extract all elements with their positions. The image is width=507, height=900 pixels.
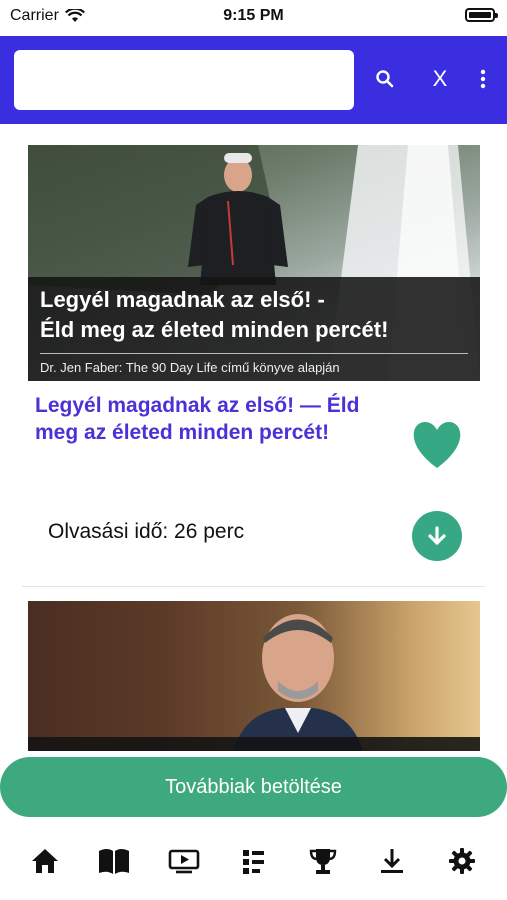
search-icon bbox=[376, 70, 394, 88]
app-header: X bbox=[0, 36, 507, 124]
reading-time: Olvasási idő: 26 perc bbox=[48, 520, 245, 543]
heart-icon bbox=[413, 422, 461, 468]
hero-title-line1: Legyél magadnak az első! - bbox=[40, 287, 325, 312]
load-more-button[interactable]: Továbbiak betöltése bbox=[0, 757, 507, 817]
download-article-button[interactable] bbox=[412, 511, 462, 561]
nav-settings[interactable] bbox=[445, 844, 479, 878]
article-title[interactable]: Legyél magadnak az első! — Éld meg az él… bbox=[35, 392, 395, 446]
battery-icon bbox=[465, 8, 498, 22]
nav-playlist[interactable] bbox=[237, 844, 271, 878]
arrow-down-icon bbox=[428, 526, 446, 545]
status-time: 9:15 PM bbox=[223, 7, 284, 24]
gear-icon bbox=[449, 848, 475, 874]
search-button[interactable] bbox=[370, 64, 400, 94]
video-icon bbox=[168, 849, 200, 874]
bottom-nav bbox=[0, 830, 507, 900]
nav-video[interactable] bbox=[167, 844, 201, 878]
search-input[interactable] bbox=[14, 50, 354, 110]
article-card[interactable]: Legyél magadnak az első! - Éld meg az él… bbox=[0, 124, 507, 587]
hero-subtitle: Dr. Jen Faber: The 90 Day Life című köny… bbox=[40, 353, 468, 375]
favorite-button[interactable] bbox=[410, 420, 464, 470]
status-bar: Carrier 9:15 PM bbox=[0, 0, 507, 34]
overflow-menu-button[interactable] bbox=[468, 64, 498, 94]
article-hero-image[interactable]: Legyél magadnak az első! - Éld meg az él… bbox=[28, 145, 480, 381]
hero-caption: Legyél magadnak az első! - Éld meg az él… bbox=[28, 277, 480, 381]
close-label: X bbox=[432, 66, 448, 91]
card-divider bbox=[22, 586, 485, 587]
download-icon bbox=[381, 849, 403, 873]
person-photo bbox=[233, 614, 363, 751]
clear-search-button[interactable]: X bbox=[425, 64, 455, 94]
nav-achievements[interactable] bbox=[306, 844, 340, 878]
article-card-2-image[interactable] bbox=[28, 601, 480, 751]
trophy-icon bbox=[309, 849, 337, 874]
book-icon bbox=[99, 849, 129, 874]
home-icon bbox=[32, 849, 58, 873]
hero-title-line2: Éld meg az életed minden percét! bbox=[40, 317, 389, 342]
nav-library[interactable] bbox=[97, 844, 131, 878]
playlist-icon bbox=[243, 850, 264, 874]
nav-downloads[interactable] bbox=[375, 844, 409, 878]
article-card-2-caption bbox=[28, 737, 480, 751]
nav-home[interactable] bbox=[28, 844, 62, 878]
hero-title: Legyél magadnak az első! - Éld meg az él… bbox=[40, 285, 468, 345]
more-vertical-icon bbox=[480, 69, 486, 89]
